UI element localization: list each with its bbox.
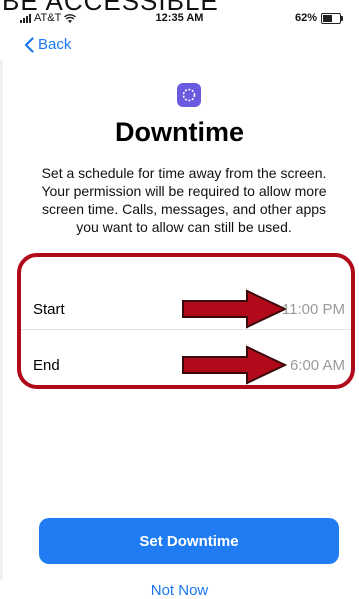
end-label: End	[33, 356, 60, 374]
red-arrow-icon	[182, 289, 288, 329]
back-label: Back	[38, 36, 72, 53]
battery-percent: 62%	[294, 12, 317, 24]
battery-fill	[323, 14, 332, 22]
status-right: 62%	[294, 12, 343, 24]
downtime-icon	[182, 88, 196, 102]
start-time-value[interactable]: 11:00 PM	[282, 301, 345, 318]
row-divider	[21, 329, 351, 330]
red-arrow-icon	[182, 345, 288, 385]
set-downtime-button[interactable]: Set Downtime	[39, 518, 339, 564]
end-row[interactable]: End 6:00 AM	[21, 337, 351, 393]
back-button[interactable]: Back	[24, 36, 71, 53]
downtime-app-icon	[177, 83, 201, 107]
schedule-card: Start 11:00 PM End 6:00 AM	[17, 253, 355, 389]
end-time-value[interactable]: 6:00 AM	[290, 357, 345, 374]
battery-icon	[321, 12, 343, 24]
not-now-button[interactable]: Not Now	[0, 582, 359, 599]
status-bar: AT&T 12:35 AM 62%	[0, 10, 359, 30]
set-downtime-label: Set Downtime	[139, 532, 239, 550]
page-description: Set a schedule for time away from the sc…	[41, 165, 327, 235]
page-title: Downtime	[114, 117, 244, 147]
start-label: Start	[33, 300, 65, 318]
chevron-left-icon	[24, 36, 34, 53]
